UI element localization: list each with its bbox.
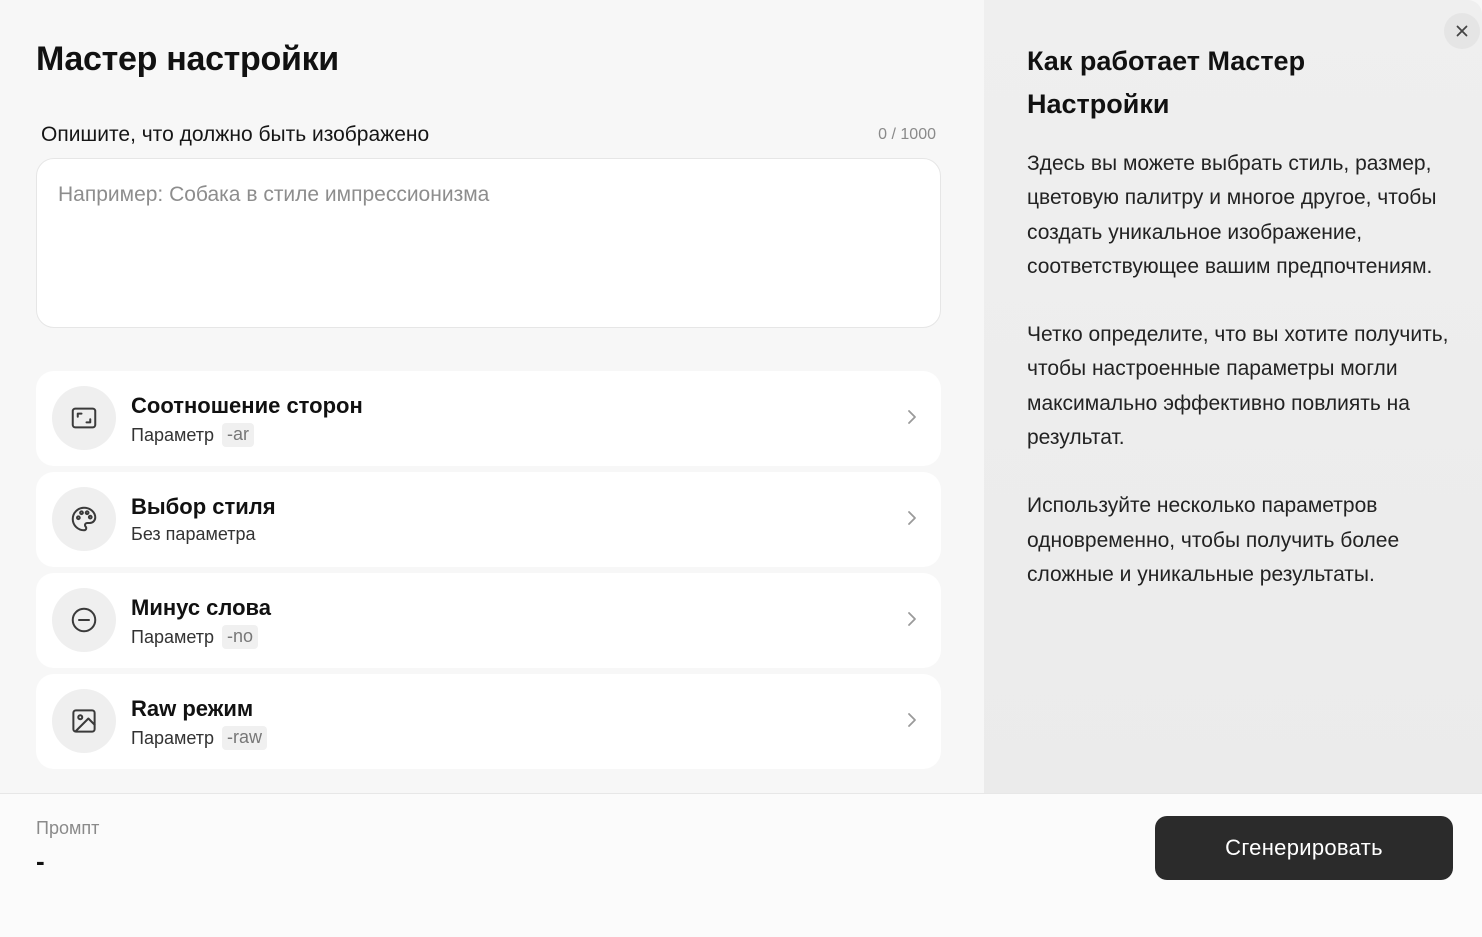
param-subtitle: Параметр -ar <box>131 423 255 447</box>
parameter-list: Соотношение сторон Параметр -ar Выбор ст… <box>36 371 941 775</box>
param-item-aspect-ratio[interactable]: Соотношение сторон Параметр -ar <box>36 371 941 466</box>
param-sub-label: Параметр <box>131 424 215 445</box>
wizard-footer: Промпт - Сгенерировать <box>0 793 1482 937</box>
chevron-right-icon <box>908 612 916 626</box>
param-item-raw-mode[interactable]: Raw режим Параметр -raw <box>36 674 941 769</box>
prompt-label: Промпт <box>36 818 100 838</box>
palette-icon <box>52 487 116 551</box>
param-subtitle: Без параметра <box>131 524 256 545</box>
description-label: Опишите, что должно быть изображено <box>41 123 430 146</box>
close-icon <box>1456 25 1468 37</box>
character-counter: 0 / 1000 <box>878 126 936 143</box>
close-button[interactable] <box>1444 13 1480 49</box>
param-subtitle: Параметр -raw <box>131 726 268 750</box>
wizard-main-panel: Мастер настройки Опишите, что должно быт… <box>0 0 984 793</box>
help-paragraph: Используйте несколько параметров одновре… <box>1027 494 1400 586</box>
generate-button[interactable]: Сгенерировать <box>1155 816 1453 880</box>
image-icon <box>52 689 116 753</box>
prompt-value: - <box>36 846 45 876</box>
minus-circle-icon <box>52 588 116 652</box>
chevron-right-icon <box>908 713 916 727</box>
chevron-right-icon <box>908 511 916 525</box>
param-title: Соотношение сторон <box>131 393 363 418</box>
param-title: Выбор стиля <box>131 494 276 519</box>
param-item-style[interactable]: Выбор стиля Без параметра <box>36 472 941 567</box>
help-panel: Как работает Мастер Настройки Здесь вы м… <box>984 0 1482 793</box>
help-paragraph: Здесь вы можете выбрать стиль, размер, ц… <box>1027 152 1437 278</box>
param-sub-label: Параметр <box>131 727 215 748</box>
chevron-right-icon <box>908 410 916 424</box>
aspect-ratio-icon <box>52 386 116 450</box>
description-field-wrapper <box>36 158 941 328</box>
param-title: Raw режим <box>131 696 254 721</box>
setup-wizard-modal: Мастер настройки Опишите, что должно быт… <box>0 0 1482 937</box>
help-body: Здесь вы можете выбрать стиль, размер, ц… <box>1027 147 1457 626</box>
param-sub-label: Без параметра <box>131 524 256 544</box>
help-paragraph: Четко определите, что вы хотите получить… <box>1027 323 1449 450</box>
param-code-chip: -raw <box>222 726 268 750</box>
param-sub-label: Параметр <box>131 626 215 647</box>
param-code-chip: -ar <box>222 423 255 447</box>
param-title: Минус слова <box>131 595 272 620</box>
description-input[interactable] <box>37 159 940 327</box>
help-title: Как работает Мастер Настройки <box>1027 46 1306 119</box>
param-item-negative-words[interactable]: Минус слова Параметр -no <box>36 573 941 668</box>
param-code-chip: -no <box>222 625 259 649</box>
page-title: Мастер настройки <box>36 40 339 78</box>
param-subtitle: Параметр -no <box>131 625 259 649</box>
